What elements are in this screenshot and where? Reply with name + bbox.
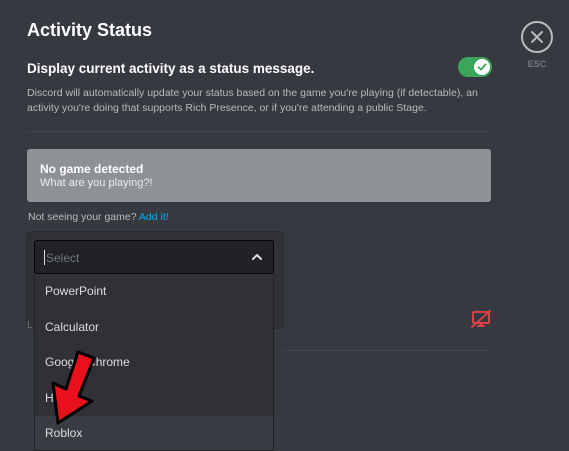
screen-share-off-icon[interactable] xyxy=(471,310,491,333)
close-control: ESC xyxy=(520,21,554,69)
chevron-up-icon[interactable] xyxy=(251,251,263,263)
activity-description: Discord will automatically update your s… xyxy=(27,87,478,114)
no-game-card: No game detected What are you playing?! xyxy=(27,149,491,202)
game-select-placeholder: Select xyxy=(46,251,80,265)
not-seeing-game: Not seeing your game? Add it! xyxy=(28,211,169,223)
lower-divider xyxy=(283,350,491,351)
check-icon xyxy=(477,63,487,71)
section-divider xyxy=(27,131,491,132)
page-title: Activity Status xyxy=(27,20,153,40)
option-powerpoint[interactable]: PowerPoint xyxy=(35,274,273,310)
close-icon xyxy=(531,31,543,43)
display-activity-toggle[interactable] xyxy=(458,57,492,77)
not-seeing-text: Not seeing your game? xyxy=(28,211,137,223)
option-roblox[interactable]: Roblox xyxy=(35,416,273,450)
obscured-label: L xyxy=(27,320,33,331)
option-calculator[interactable]: Calculator xyxy=(35,310,273,346)
no-game-title: No game detected xyxy=(40,162,144,176)
option-google-chrome[interactable]: Google Chrome xyxy=(35,345,273,381)
text-cursor xyxy=(44,250,45,265)
add-it-link[interactable]: Add it! xyxy=(139,211,169,223)
activity-status-settings: Activity Status ESC Display current acti… xyxy=(0,0,569,451)
close-button[interactable] xyxy=(521,21,553,53)
display-activity-label: Display current activity as a status mes… xyxy=(27,61,315,76)
game-options-list: PowerPoint Calculator Google Chrome Hulu… xyxy=(34,274,274,451)
esc-label: ESC xyxy=(527,59,547,69)
no-game-subtitle: What are you playing?! xyxy=(40,177,153,189)
option-hulu[interactable]: Hulu xyxy=(35,381,273,417)
game-select[interactable]: Select xyxy=(34,240,274,274)
toggle-knob xyxy=(474,59,490,75)
